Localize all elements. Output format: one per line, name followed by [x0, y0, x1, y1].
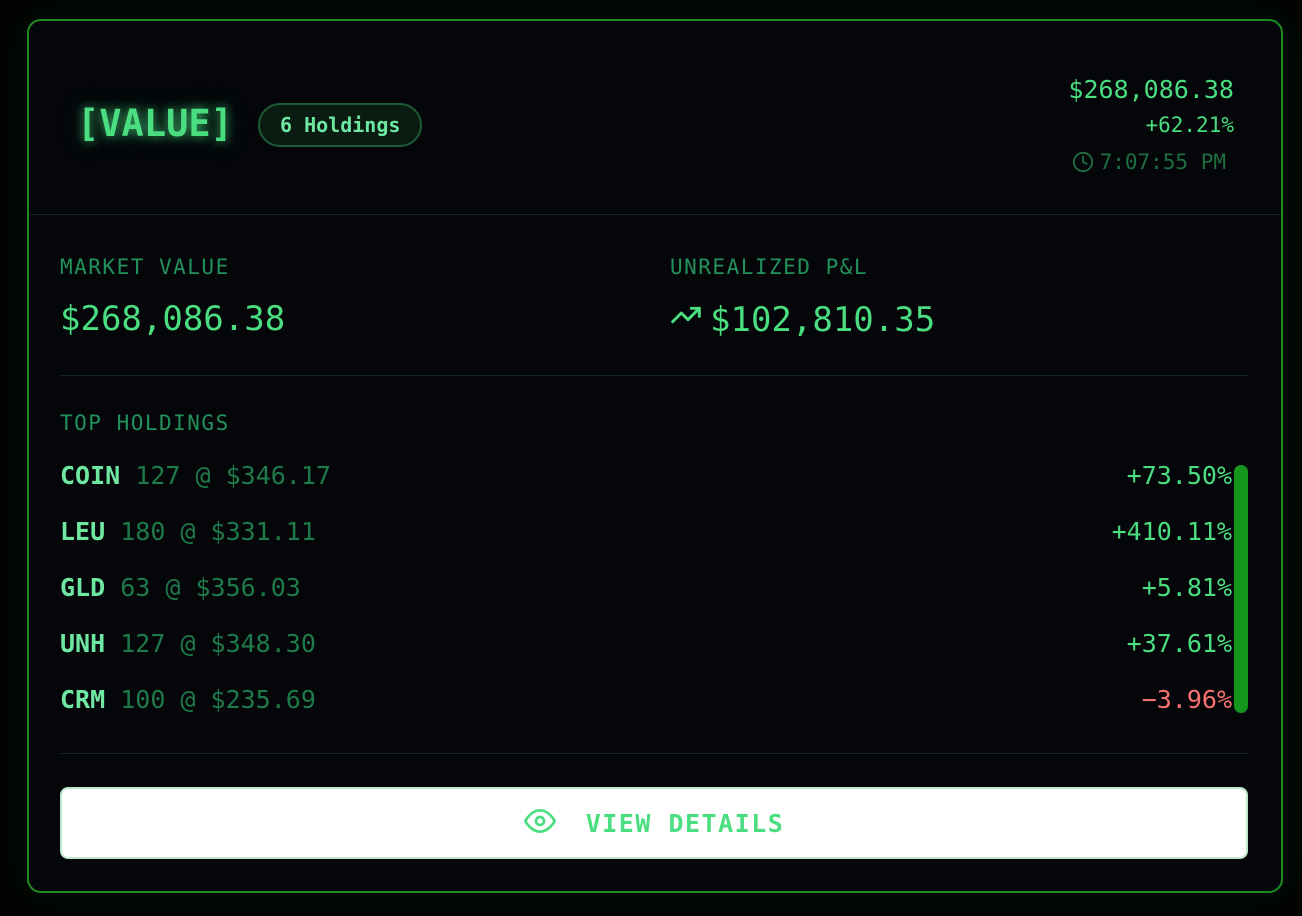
holding-position: 100 @ $235.69: [120, 685, 316, 714]
view-details-label: VIEW DETAILS: [585, 808, 785, 838]
card-header: [VALUE] 6 Holdings $268,086.38 +62.21% 7…: [29, 21, 1281, 215]
holding-position: 180 @ $331.11: [120, 517, 316, 546]
top-holdings-section: TOP HOLDINGS COIN 127 @ $346.17 +73.50% …: [60, 407, 1248, 754]
market-value: $268,086.38: [60, 299, 285, 339]
clock-icon: [1072, 151, 1094, 173]
holding-change: +410.11%: [1111, 517, 1232, 546]
holding-row[interactable]: LEU 180 @ $331.11 +410.11%: [60, 509, 1232, 565]
holding-row[interactable]: CRM 100 @ $235.69 −3.96%: [60, 677, 1232, 733]
unrealized-pnl: $102,810.35: [670, 299, 935, 340]
holding-change: +5.81%: [1141, 573, 1232, 602]
unrealized-pnl-amount: $102,810.35: [710, 299, 936, 340]
holding-row[interactable]: GLD 63 @ $356.03 +5.81%: [60, 565, 1232, 621]
metrics-section: MARKET VALUE $268,086.38 UNREALIZED P&L …: [60, 247, 1248, 376]
holding-symbol: LEU: [60, 517, 106, 546]
market-value-label: MARKET VALUE: [60, 255, 230, 279]
unrealized-pnl-label: UNREALIZED P&L: [670, 255, 869, 279]
holdings-scrollbar[interactable]: [1234, 465, 1248, 713]
header-total-value: $268,086.38: [1068, 75, 1234, 104]
last-updated: 7:07:55 PM: [1068, 147, 1226, 177]
holding-change: +37.61%: [1126, 629, 1232, 658]
header-total-change: +62.21%: [1145, 113, 1234, 137]
eye-icon: [523, 805, 556, 841]
view-details-button[interactable]: VIEW DETAILS: [60, 787, 1248, 859]
market-value-amount: $268,086.38: [60, 299, 286, 339]
holdings-count-badge: 6 Holdings: [258, 103, 423, 147]
holding-symbol: UNH: [60, 629, 106, 658]
holding-symbol: COIN: [60, 461, 121, 490]
holding-change: −3.96%: [1141, 685, 1232, 714]
trending-up-icon: [670, 299, 702, 340]
holding-row[interactable]: UNH 127 @ $348.30 +37.61%: [60, 621, 1232, 677]
holding-symbol: CRM: [60, 685, 106, 714]
portfolio-card: [VALUE] 6 Holdings $268,086.38 +62.21% 7…: [27, 19, 1283, 893]
holding-position: 127 @ $346.17: [135, 461, 331, 490]
card-title: [VALUE]: [77, 102, 233, 145]
header-summary: $268,086.38 +62.21% 7:07:55 PM: [1068, 71, 1234, 177]
top-holdings-label: TOP HOLDINGS: [60, 411, 230, 435]
holding-position: 63 @ $356.03: [120, 573, 301, 602]
holding-symbol: GLD: [60, 573, 106, 602]
holding-change: +73.50%: [1126, 461, 1232, 490]
unrealized-pnl-metric: UNREALIZED P&L $102,810.35: [670, 251, 935, 340]
last-updated-time: 7:07:55 PM: [1099, 150, 1226, 174]
market-value-metric: MARKET VALUE $268,086.38: [60, 251, 285, 339]
holding-row[interactable]: COIN 127 @ $346.17 +73.50%: [60, 453, 1232, 509]
holdings-list: COIN 127 @ $346.17 +73.50% LEU 180 @ $33…: [60, 453, 1232, 733]
holding-position: 127 @ $348.30: [120, 629, 316, 658]
